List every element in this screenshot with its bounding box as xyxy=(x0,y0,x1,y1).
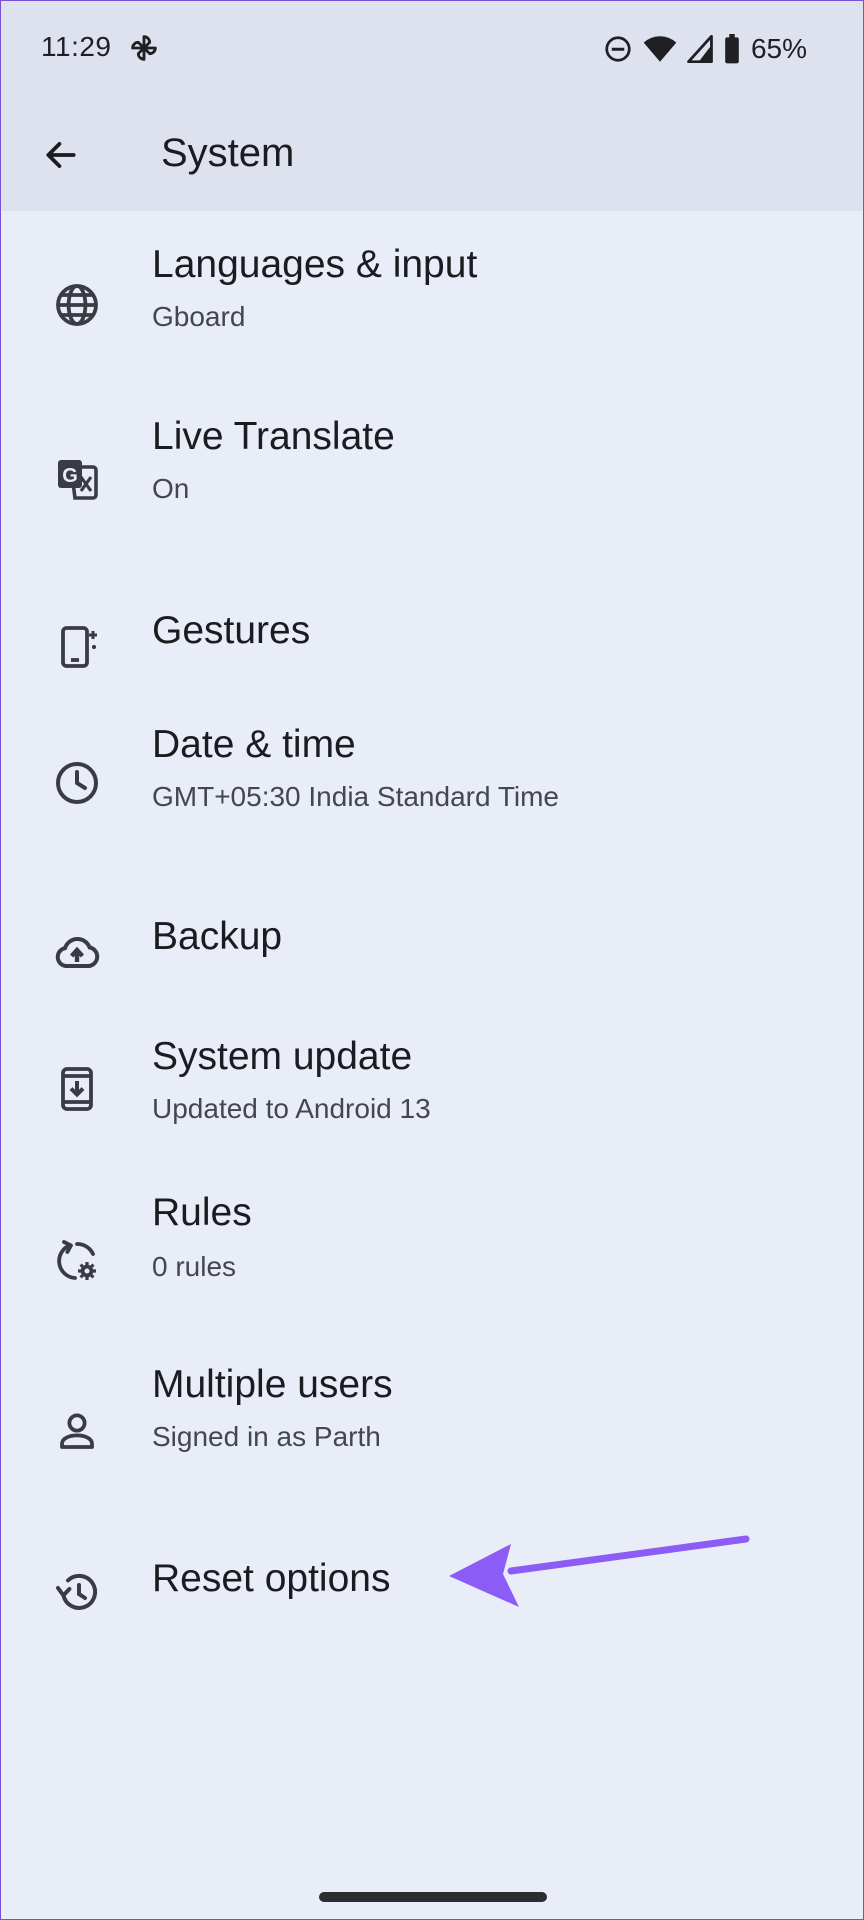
gestures-phone-icon xyxy=(51,621,103,673)
wifi-icon xyxy=(643,36,677,62)
back-button[interactable] xyxy=(31,125,91,185)
list-item-system-update[interactable]: System update Updated to Android 13 xyxy=(1,1021,863,1171)
list-item-multiple-users[interactable]: Multiple users Signed in as Parth xyxy=(1,1363,863,1513)
item-label: Backup xyxy=(152,915,283,958)
navigation-handle[interactable] xyxy=(319,1892,547,1902)
page-title: System xyxy=(161,131,295,175)
clock-icon xyxy=(51,757,103,809)
list-item-date-time[interactable]: Date & time GMT+05:30 India Standard Tim… xyxy=(1,721,863,871)
item-subtitle: 0 rules xyxy=(152,1251,237,1282)
list-item-backup[interactable]: Backup xyxy=(1,891,863,1011)
item-subtitle: Updated to Android 13 xyxy=(152,1093,431,1124)
pinwheel-icon xyxy=(131,35,157,61)
item-label: Reset options xyxy=(152,1557,391,1600)
item-subtitle: Signed in as Parth xyxy=(152,1421,381,1452)
status-bar: 11:29 65% xyxy=(1,1,863,97)
cloud-upload-icon xyxy=(51,927,103,979)
history-icon xyxy=(51,1567,103,1619)
svg-text:G: G xyxy=(62,465,78,487)
item-subtitle: Gboard xyxy=(152,301,246,332)
list-item-languages-input[interactable]: Languages & input Gboard xyxy=(1,241,863,381)
item-label: Gestures xyxy=(152,609,311,652)
status-time: 11:29 xyxy=(41,31,112,62)
annotation-arrow xyxy=(449,1535,750,1607)
globe-icon xyxy=(51,279,103,331)
item-label: Rules xyxy=(152,1191,252,1234)
status-icons: 65% xyxy=(603,29,807,69)
list-item-rules[interactable]: Rules 0 rules xyxy=(1,1191,863,1341)
do-not-disturb-icon xyxy=(605,36,631,62)
list-item-gestures[interactable]: Gestures xyxy=(1,581,863,701)
item-label: Languages & input xyxy=(152,243,478,286)
signal-icon xyxy=(687,35,713,63)
battery-percent: 65% xyxy=(750,33,807,64)
system-update-icon xyxy=(51,1063,103,1115)
item-label: Live Translate xyxy=(152,415,395,458)
list-item-live-translate[interactable]: G Live Translate On xyxy=(1,411,863,551)
item-subtitle: GMT+05:30 India Standard Time xyxy=(152,781,559,812)
item-subtitle: On xyxy=(152,473,190,504)
arrow-left-icon xyxy=(46,142,76,168)
person-icon xyxy=(51,1405,103,1457)
translate-icon: G xyxy=(51,453,103,505)
rules-gear-icon xyxy=(51,1235,103,1287)
battery-icon xyxy=(725,34,739,64)
item-label: System update xyxy=(152,1035,413,1078)
item-label: Multiple users xyxy=(152,1363,393,1406)
app-bar: System xyxy=(1,97,863,211)
item-label: Date & time xyxy=(152,723,356,766)
top-bar: 11:29 65% System xyxy=(1,1,863,211)
